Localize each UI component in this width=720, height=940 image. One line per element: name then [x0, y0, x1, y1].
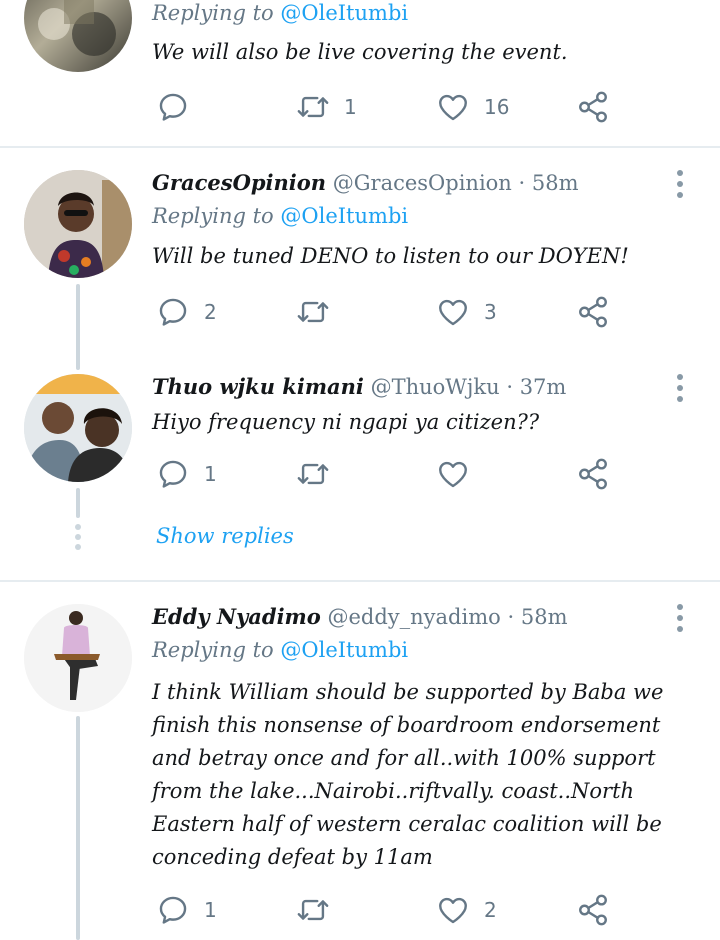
- like-button[interactable]: 16: [436, 87, 509, 127]
- like-count: 3: [484, 300, 497, 324]
- separator-dot: ·: [518, 171, 526, 195]
- share-button[interactable]: [576, 454, 610, 494]
- replying-to-label: Replying to: [152, 204, 274, 228]
- timestamp[interactable]: 58m: [521, 605, 568, 629]
- retweet-icon: [296, 90, 330, 124]
- reply-button[interactable]: 2: [156, 292, 217, 332]
- thread-line: [76, 716, 80, 940]
- share-icon: [576, 295, 610, 329]
- timestamp[interactable]: 58m: [532, 171, 579, 195]
- retweet-button[interactable]: [296, 292, 344, 332]
- username[interactable]: @GracesOpinion: [333, 171, 512, 195]
- thread-line: [76, 488, 80, 518]
- reply-bubble-icon: [156, 90, 190, 124]
- avatar[interactable]: [24, 170, 132, 278]
- tweet[interactable]: Eddy Nyadimo @eddy_nyadimo · 58m Replyin…: [0, 582, 720, 940]
- reply-bubble-icon: [156, 295, 190, 329]
- display-name[interactable]: Thuo wjku kimani: [152, 374, 364, 399]
- tweet[interactable]: GracesOpinion @GracesOpinion · 58m Reply…: [0, 148, 720, 368]
- retweet-icon: [296, 457, 330, 491]
- reply-bubble-icon: [156, 457, 190, 491]
- tweet-actions: 1 2: [152, 890, 622, 930]
- reply-button[interactable]: [156, 87, 204, 127]
- thread-line: [76, 284, 80, 368]
- tweet[interactable]: Replying to @OleItumbi We will also be l…: [0, 0, 720, 150]
- share-icon: [576, 893, 610, 927]
- reply-count: 1: [204, 462, 217, 486]
- share-button[interactable]: [576, 87, 610, 127]
- tweet-actions: 2 3: [152, 292, 622, 332]
- separator-dot: ·: [506, 375, 513, 399]
- retweet-icon: [296, 893, 330, 927]
- more-vertical-icon[interactable]: [670, 374, 690, 407]
- retweet-button[interactable]: [296, 890, 344, 930]
- username[interactable]: @ThuoWjku: [371, 375, 500, 399]
- retweet-button[interactable]: 1: [296, 87, 357, 127]
- thread-line: [76, 362, 80, 370]
- timestamp[interactable]: 37m: [520, 375, 567, 399]
- reply-count: 2: [204, 300, 217, 324]
- heart-icon: [436, 893, 470, 927]
- retweet-icon: [296, 295, 330, 329]
- more-vertical-icon[interactable]: [670, 170, 690, 203]
- tweet-text: Will be tuned DENO to listen to our DOYE…: [152, 244, 629, 268]
- replying-to: Replying to @OleItumbi: [152, 638, 408, 662]
- share-button[interactable]: [576, 890, 610, 930]
- tweet-text: Hiyo frequency ni ngapi ya citizen??: [152, 410, 540, 434]
- like-count: 16: [484, 95, 510, 119]
- replying-to: Replying to @OleItumbi: [152, 1, 408, 25]
- display-name[interactable]: Eddy Nyadimo: [152, 604, 321, 629]
- mention-link[interactable]: @OleItumbi: [280, 204, 408, 228]
- replying-to-label: Replying to: [152, 1, 274, 25]
- like-count: 2: [484, 898, 497, 922]
- replying-to: Replying to @OleItumbi: [152, 204, 408, 228]
- tweet-header: Eddy Nyadimo @eddy_nyadimo · 58m: [152, 604, 567, 629]
- mention-link[interactable]: @OleItumbi: [280, 1, 408, 25]
- tweet-actions: 1 16: [152, 87, 622, 127]
- reply-count: 1: [204, 898, 217, 922]
- heart-icon: [436, 295, 470, 329]
- share-icon: [576, 90, 610, 124]
- retweet-button[interactable]: [296, 454, 344, 494]
- tweet-actions: 1: [152, 454, 622, 494]
- show-replies-link[interactable]: Show replies: [156, 524, 294, 548]
- like-button[interactable]: 2: [436, 890, 497, 930]
- retweet-count: 1: [344, 95, 357, 119]
- username[interactable]: @eddy_nyadimo: [327, 605, 500, 629]
- like-button[interactable]: [436, 454, 484, 494]
- reply-button[interactable]: 1: [156, 454, 217, 494]
- separator-dot: ·: [507, 605, 515, 629]
- like-button[interactable]: 3: [436, 292, 497, 332]
- more-vertical-icon[interactable]: [670, 604, 690, 637]
- replying-to-label: Replying to: [152, 638, 274, 662]
- thread-ellipsis: [74, 524, 82, 554]
- heart-icon: [436, 457, 470, 491]
- share-button[interactable]: [576, 292, 610, 332]
- share-icon: [576, 457, 610, 491]
- avatar[interactable]: [24, 374, 132, 482]
- tweet-header: GracesOpinion @GracesOpinion · 58m: [152, 170, 579, 195]
- heart-icon: [436, 90, 470, 124]
- avatar[interactable]: [24, 604, 132, 712]
- reply-bubble-icon: [156, 893, 190, 927]
- display-name[interactable]: GracesOpinion: [152, 170, 326, 195]
- mention-link[interactable]: @OleItumbi: [280, 638, 408, 662]
- tweet-text: I think William should be supported by B…: [152, 680, 664, 869]
- reply-button[interactable]: 1: [156, 890, 217, 930]
- tweet-header: Thuo wjku kimani @ThuoWjku · 37m: [152, 374, 566, 399]
- tweet-text: We will also be live covering the event.: [152, 40, 568, 64]
- avatar[interactable]: [24, 0, 132, 72]
- tweet[interactable]: Thuo wjku kimani @ThuoWjku · 37m Hiyo fr…: [0, 362, 720, 580]
